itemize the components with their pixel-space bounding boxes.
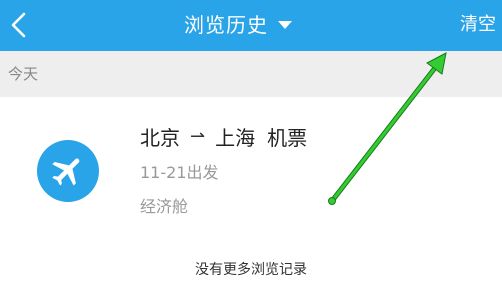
chevron-left-icon: [11, 12, 26, 38]
back-button[interactable]: [6, 9, 36, 41]
title-dropdown[interactable]: 浏览历史: [184, 10, 292, 40]
top-bar: 浏览历史 清空: [0, 0, 502, 51]
page-title: 浏览历史: [184, 13, 268, 37]
origin-city: 北京: [140, 125, 180, 150]
section-label: 今天: [8, 65, 39, 83]
airplane-icon: [37, 140, 99, 202]
no-more-records: 没有更多浏览记录: [195, 262, 307, 278]
clear-button[interactable]: 清空: [460, 12, 496, 38]
item-type: 机票: [267, 125, 308, 150]
caret-down-icon: [278, 21, 292, 29]
cabin-class: 经济舱: [140, 197, 189, 216]
route-title: 北京 ⇀ 上海 机票: [140, 121, 307, 151]
section-header-today: 今天: [0, 51, 502, 97]
destination-city: 上海: [215, 125, 256, 150]
route-arrow-icon: ⇀: [190, 125, 206, 147]
departure-date: 11-21出发: [140, 163, 219, 182]
history-item[interactable]: 北京 ⇀ 上海 机票 11-21出发 经济舱: [0, 97, 502, 245]
